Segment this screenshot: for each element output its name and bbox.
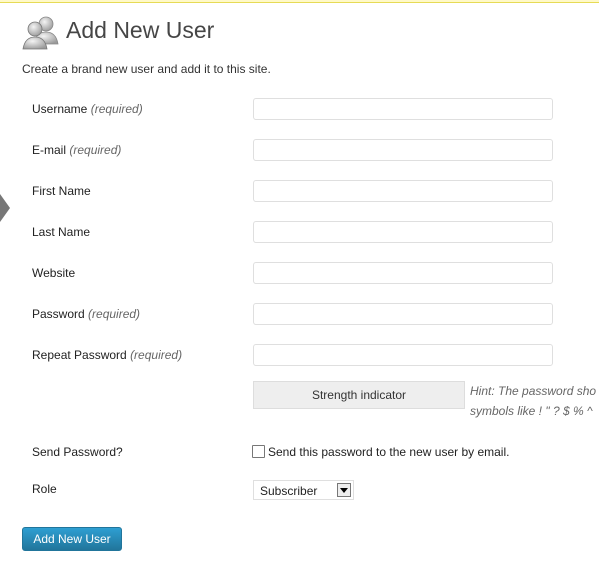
last-name-input[interactable] xyxy=(253,221,553,243)
role-select-value: Subscriber xyxy=(260,484,318,498)
form-row-repeat-password: Repeat Password (required) xyxy=(0,344,599,368)
chevron-down-icon[interactable] xyxy=(337,483,351,497)
first-name-label: First Name xyxy=(32,184,91,198)
username-input[interactable] xyxy=(253,98,553,120)
first-name-input[interactable] xyxy=(253,180,553,202)
password-hint: Hint: The password sho symbols like ! " … xyxy=(470,381,599,421)
password-hint-line-2: symbols like ! " ? $ % ^ xyxy=(470,404,593,418)
form-row-first-name: First Name xyxy=(0,180,599,204)
form-row-username: Username (required) xyxy=(0,98,599,122)
form-row-password: Password (required) xyxy=(0,303,599,327)
password-label: Password (required) xyxy=(32,307,141,321)
users-icon xyxy=(22,16,59,50)
form-row-email: E-mail (required) xyxy=(0,139,599,163)
website-input[interactable] xyxy=(253,262,553,284)
website-label: Website xyxy=(32,266,76,280)
role-select[interactable]: Subscriber xyxy=(253,480,354,500)
page-description: Create a brand new user and add it to th… xyxy=(22,62,271,76)
form-row-website: Website xyxy=(0,262,599,286)
email-label: E-mail (required) xyxy=(32,143,122,157)
send-password-label: Send Password? xyxy=(32,445,123,459)
notice-bar-edge xyxy=(0,0,599,3)
send-password-checkbox[interactable] xyxy=(252,445,265,458)
form-row-last-name: Last Name xyxy=(0,221,599,245)
password-input[interactable] xyxy=(253,303,553,325)
page-title: Add New User xyxy=(66,17,215,43)
email-input[interactable] xyxy=(253,139,553,161)
password-strength-indicator: Strength indicator xyxy=(253,381,465,409)
repeat-password-input[interactable] xyxy=(253,344,553,366)
send-password-checkbox-label[interactable]: Send this password to the new user by em… xyxy=(268,445,509,459)
add-new-user-button[interactable]: Add New User xyxy=(22,527,122,551)
last-name-label: Last Name xyxy=(32,225,91,239)
password-hint-line-1: Hint: The password sho xyxy=(470,384,597,398)
repeat-password-label: Repeat Password (required) xyxy=(32,348,183,362)
role-label: Role xyxy=(32,482,57,496)
username-label: Username (required) xyxy=(32,102,143,116)
